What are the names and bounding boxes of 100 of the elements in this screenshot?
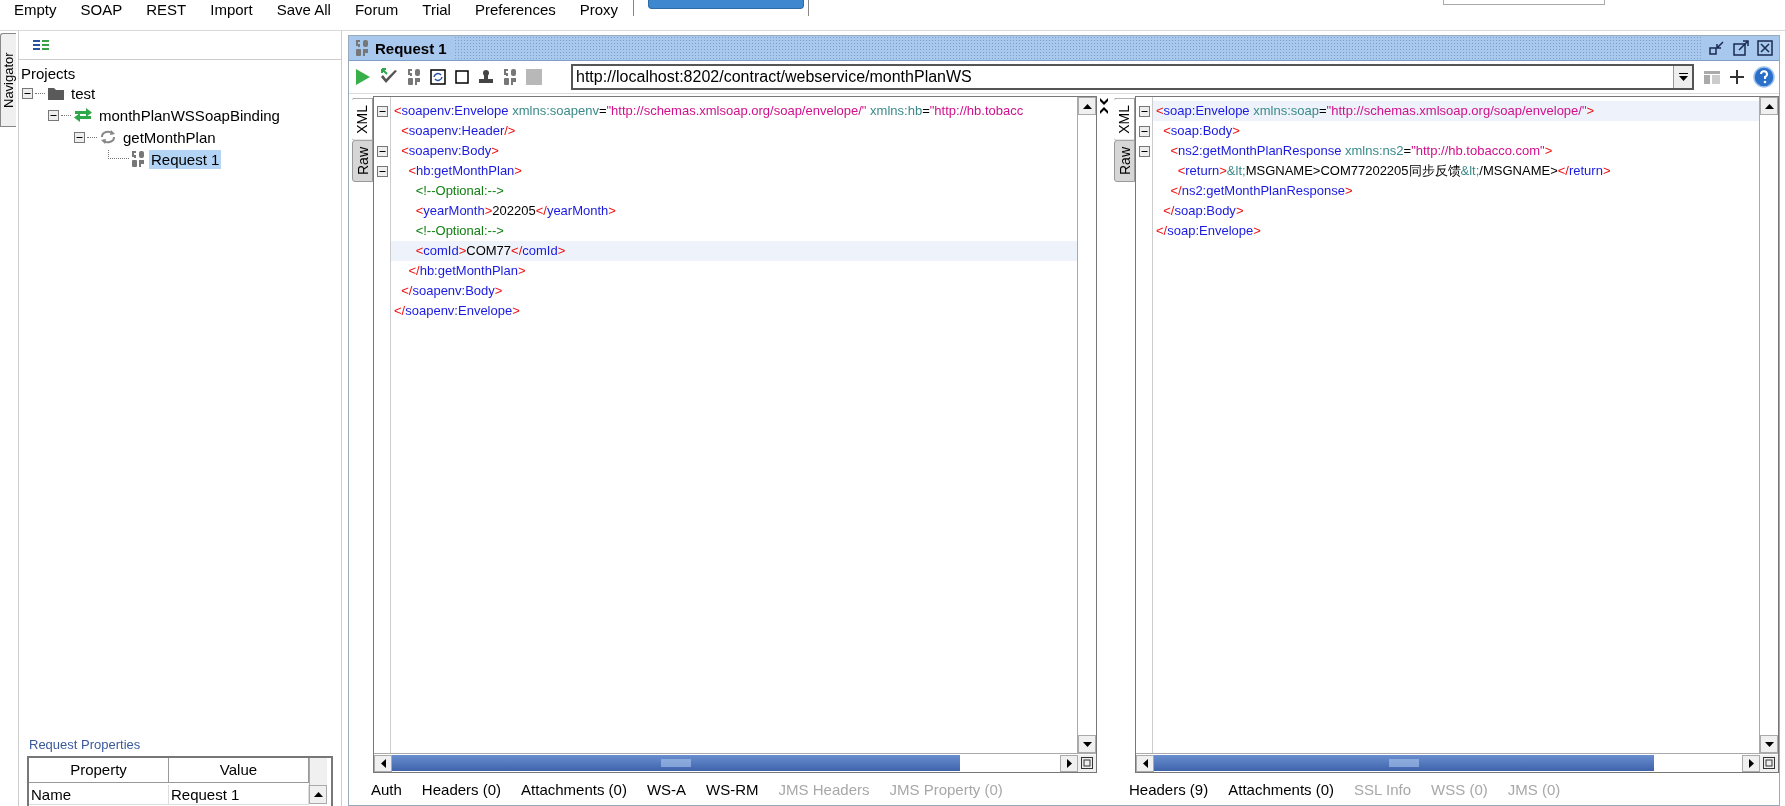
scroll-thumb[interactable] <box>392 755 960 771</box>
code-line: <soapenv:Header/> <box>400 122 517 140</box>
table-cell: Name <box>29 784 169 805</box>
collapse-toggle-icon[interactable] <box>22 87 33 99</box>
left-arrow-icon <box>380 758 386 768</box>
collapse-arrows-icon[interactable] <box>1100 98 1108 114</box>
tab[interactable]: Headers (0) <box>421 780 502 798</box>
window-icon[interactable] <box>430 69 446 85</box>
column-header[interactable]: Property <box>29 758 169 783</box>
section-title: Request Properties <box>28 737 142 754</box>
tab[interactable]: Attachments (0) <box>521 780 627 798</box>
tab[interactable]: XML <box>1114 98 1135 141</box>
scroll-left-button[interactable] <box>374 754 392 772</box>
code-line: </soapenv:Body> <box>400 282 504 300</box>
caret-icon <box>1678 73 1688 81</box>
scroll-down-button[interactable] <box>1078 735 1096 753</box>
right-arrow-icon <box>1748 758 1754 768</box>
tab[interactable]: WS-RM <box>706 780 759 798</box>
menu-item[interactable]: SOAP <box>67 0 134 20</box>
right-arrow-icon <box>1066 758 1072 768</box>
code-line: <!--Optional:--> <box>414 182 505 200</box>
square-icon[interactable] <box>455 70 469 84</box>
help-icon[interactable] <box>1753 66 1775 88</box>
minimize-icon[interactable] <box>1709 40 1725 56</box>
folder-icon <box>47 85 65 101</box>
menu-item[interactable]: Forum <box>341 0 410 20</box>
scroll-right-button[interactable] <box>1060 754 1078 772</box>
tab[interactable]: XML <box>352 98 373 141</box>
fold-toggle-icon[interactable] <box>1138 105 1150 117</box>
corner-icon[interactable] <box>1081 757 1093 769</box>
fold-toggle-icon[interactable] <box>376 105 388 117</box>
left-arrow-icon <box>1142 758 1148 768</box>
code-line: </soap:Envelope> <box>1155 222 1262 240</box>
menu-item[interactable]: Save All <box>263 0 342 20</box>
code-line: </ns2:getMonthPlanResponse> <box>1169 182 1354 200</box>
tree-item[interactable]: monthPlanWSSoapBinding <box>97 105 282 125</box>
menu-item[interactable]: Preferences <box>461 0 567 20</box>
collapse-toggle-icon[interactable] <box>74 131 85 143</box>
corner-icon[interactable] <box>1763 757 1775 769</box>
stamp-icon[interactable] <box>478 69 494 85</box>
fold-toggle-icon[interactable] <box>376 145 388 157</box>
code-line: <soap:Body> <box>1162 122 1241 140</box>
tab[interactable]: WS-A <box>646 780 687 798</box>
tab[interactable]: Auth <box>371 780 402 798</box>
code-line: </soap:Body> <box>1162 202 1245 220</box>
vertical-scrollbar[interactable] <box>1077 97 1096 753</box>
search-field[interactable] <box>1443 0 1605 5</box>
window-title: Request 1 <box>375 39 447 57</box>
exchange-arrows-icon <box>73 107 93 123</box>
code-line: <yearMonth>202205</yearMonth> <box>414 202 617 220</box>
scroll-down-button[interactable] <box>1760 735 1778 753</box>
tree-root-label: Projects <box>20 64 77 82</box>
tab[interactable]: Raw <box>352 139 373 182</box>
dropdown-button[interactable] <box>1673 66 1692 88</box>
navigator-tab[interactable]: Navigator <box>0 33 16 127</box>
menu-item[interactable]: Trial <box>409 0 462 20</box>
horizontal-scrollbar[interactable] <box>1136 753 1778 772</box>
scroll-up-button[interactable] <box>1760 97 1778 115</box>
vertical-scrollbar[interactable] <box>1759 97 1778 753</box>
fold-toggle-icon[interactable] <box>1138 125 1150 137</box>
grip-icon <box>1388 759 1419 767</box>
scroll-right-button[interactable] <box>1742 754 1760 772</box>
fold-toggle-icon[interactable] <box>1138 145 1150 157</box>
tab[interactable]: Headers (9) <box>1129 780 1209 798</box>
tree-item[interactable]: getMonthPlan <box>121 127 218 147</box>
code-line: <!--Optional:--> <box>414 222 505 240</box>
menu-item[interactable]: Empty <box>0 0 68 20</box>
fold-toggle-icon[interactable] <box>376 165 388 177</box>
collapse-toggle-icon[interactable] <box>48 109 59 121</box>
tree-item[interactable]: test <box>69 83 98 103</box>
menu-item[interactable]: Proxy <box>566 0 630 20</box>
up-arrow-icon <box>1082 103 1092 109</box>
up-arrow-icon <box>1764 103 1774 109</box>
soap-icon <box>131 150 145 168</box>
grip-icon <box>660 759 691 767</box>
plus-icon[interactable] <box>1730 70 1744 84</box>
tab[interactable]: Raw <box>1114 139 1135 182</box>
scroll-thumb[interactable] <box>1154 755 1654 771</box>
code-line: <hb:getMonthPlan> <box>407 162 523 180</box>
menu-item[interactable]: Import <box>197 0 264 20</box>
code-line: <ns2:getMonthPlanResponse xmlns:ns2="http://hb.tobacco.com"> <box>1169 142 1554 160</box>
menu-item[interactable]: REST <box>133 0 198 20</box>
play-icon[interactable] <box>355 68 371 86</box>
soap-icon[interactable] <box>503 68 517 86</box>
close-icon[interactable] <box>1757 40 1773 56</box>
code-line: </hb:getMonthPlan> <box>407 262 527 280</box>
scroll-left-button[interactable] <box>1136 754 1154 772</box>
soap-icon[interactable] <box>407 68 421 86</box>
soap-icon <box>355 39 369 57</box>
scroll-up-button[interactable] <box>1078 97 1096 115</box>
down-arrow-icon <box>1764 741 1774 747</box>
code-line: <return>&lt;MSGNAME>COM77202205同步反馈&lt;/MSGNAME></return> <box>1176 162 1612 180</box>
refresh-icon <box>99 129 117 145</box>
code-line: <soapenv:Body> <box>400 142 500 160</box>
tree-item[interactable]: Request 1 <box>149 149 222 169</box>
list-icon[interactable] <box>33 39 49 51</box>
horizontal-scrollbar[interactable] <box>374 753 1096 772</box>
url-field[interactable]: http://localhost:8202/contract/webservice/monthPlanWS <box>571 64 1694 90</box>
maximize-icon[interactable] <box>1733 40 1749 56</box>
tab[interactable]: Attachments (0) <box>1228 780 1335 798</box>
